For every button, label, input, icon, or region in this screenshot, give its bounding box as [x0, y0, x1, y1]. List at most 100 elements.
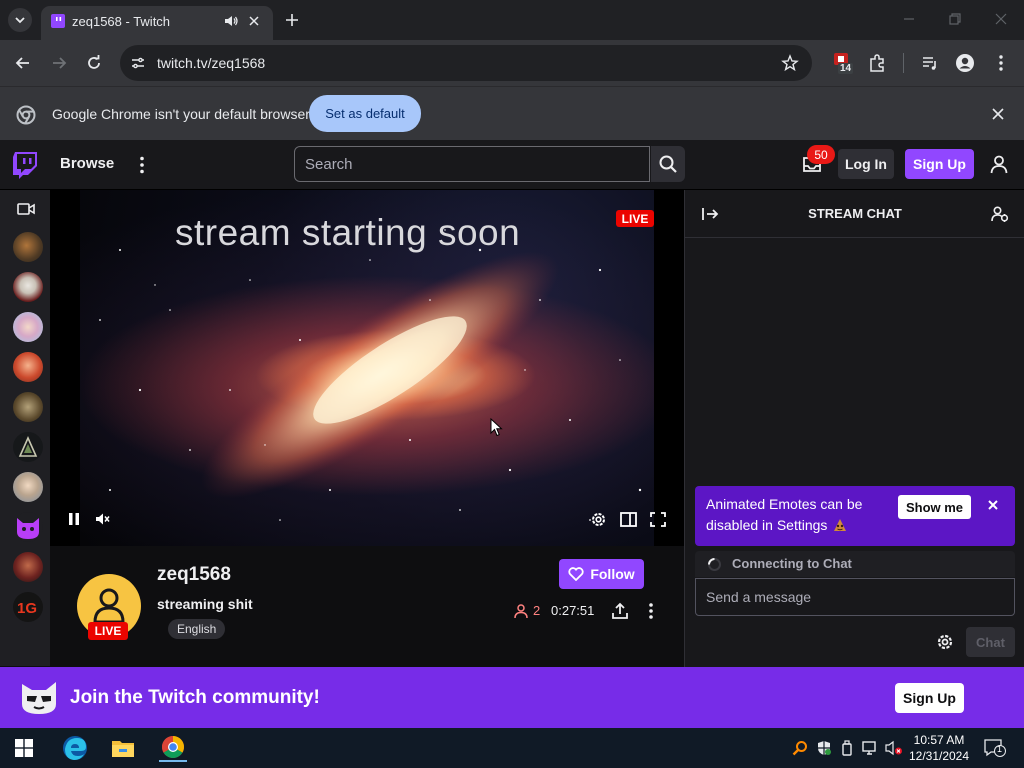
- new-tab-icon[interactable]: [283, 11, 301, 29]
- community-users-icon[interactable]: [991, 205, 1009, 223]
- extension-icon[interactable]: 14: [832, 51, 854, 75]
- channel-avatar[interactable]: [13, 352, 43, 382]
- channel-avatar[interactable]: [13, 552, 43, 582]
- twitch-logo-icon[interactable]: [12, 151, 38, 179]
- bookmark-star-icon[interactable]: [781, 54, 799, 72]
- search-button[interactable]: [651, 146, 685, 182]
- restore-icon[interactable]: [946, 10, 964, 28]
- extensions-puzzle-icon[interactable]: [867, 53, 887, 73]
- viewer-count: 2: [533, 603, 541, 618]
- chat-message-input[interactable]: Send a message: [695, 578, 1015, 616]
- notification-center-icon[interactable]: 1: [984, 739, 1006, 757]
- chevron-down-icon: [15, 17, 25, 24]
- search-input[interactable]: Search: [294, 146, 650, 182]
- browser-toolbar: twitch.tv/zeq1568 14: [0, 40, 1024, 86]
- profile-avatar-icon[interactable]: [955, 53, 975, 73]
- set-as-default-button[interactable]: Set as default: [309, 95, 421, 132]
- more-actions-icon[interactable]: [646, 602, 656, 620]
- more-options-icon[interactable]: [137, 155, 147, 175]
- pause-icon[interactable]: [67, 512, 81, 526]
- log-in-button[interactable]: Log In: [838, 149, 894, 179]
- twitch-favicon-icon: [50, 13, 66, 29]
- mute-icon[interactable]: [95, 512, 111, 526]
- search-tray-icon[interactable]: [792, 740, 808, 756]
- channel-name[interactable]: zeq1568: [157, 564, 231, 586]
- channel-info-panel: LIVE zeq1568 streaming shit English Foll…: [50, 546, 684, 667]
- share-icon[interactable]: [611, 602, 629, 620]
- reload-icon[interactable]: [84, 53, 104, 73]
- emote-icon: [834, 519, 847, 532]
- close-window-icon[interactable]: [992, 10, 1010, 28]
- media-control-icon[interactable]: [920, 53, 940, 73]
- chrome-taskbar-icon[interactable]: [159, 734, 187, 762]
- channel-avatar[interactable]: [13, 392, 43, 422]
- user-menu-icon[interactable]: [989, 154, 1009, 174]
- fullscreen-icon[interactable]: [650, 512, 666, 527]
- system-clock[interactable]: 10:57 AM 12/31/2024: [906, 732, 972, 764]
- usb-device-icon[interactable]: [841, 740, 853, 756]
- chrome-logo-icon: [16, 105, 36, 125]
- channel-avatar[interactable]: 1G: [13, 592, 43, 622]
- avatar-live-badge: LIVE: [88, 622, 128, 640]
- volume-muted-icon[interactable]: [885, 740, 903, 756]
- browser-tab-strip: zeq1568 - Twitch: [0, 0, 1024, 40]
- animated-emotes-notice: Animated Emotes can be disabled in Setti…: [695, 486, 1015, 546]
- chat-title: STREAM CHAT: [808, 206, 902, 221]
- close-infobar-icon[interactable]: [990, 106, 1006, 122]
- notice-text: Animated Emotes can be disabled in Setti…: [706, 494, 886, 536]
- toolbar-divider: [903, 53, 904, 73]
- browser-tab[interactable]: zeq1568 - Twitch: [41, 6, 273, 40]
- tab-search-button[interactable]: [8, 8, 32, 32]
- close-notice-icon[interactable]: [987, 499, 999, 511]
- channel-avatar[interactable]: [13, 512, 43, 542]
- file-explorer-icon[interactable]: [109, 734, 137, 762]
- video-camera-icon[interactable]: [17, 202, 35, 216]
- address-bar[interactable]: twitch.tv/zeq1568: [120, 45, 812, 81]
- chat-header: STREAM CHAT: [685, 190, 1024, 238]
- default-user-icon: [93, 588, 125, 624]
- banner-sign-up-button[interactable]: Sign Up: [895, 683, 964, 713]
- forward-arrow-icon[interactable]: [49, 53, 69, 73]
- browse-link[interactable]: Browse: [60, 155, 114, 172]
- clock-time: 10:57 AM: [913, 733, 965, 747]
- stream-chat-panel: STREAM CHAT Animated Emotes can be disab…: [684, 190, 1024, 667]
- channel-avatar[interactable]: [13, 312, 43, 342]
- follow-label: Follow: [590, 566, 635, 582]
- edge-browser-icon[interactable]: [61, 734, 89, 762]
- join-community-banner: Join the Twitch community! Sign Up: [0, 667, 1024, 728]
- video-frame[interactable]: stream starting soon LIVE: [80, 190, 654, 546]
- back-arrow-icon[interactable]: [13, 53, 33, 73]
- inbox-badge: 50: [807, 145, 835, 164]
- windows-start-icon[interactable]: [10, 734, 38, 762]
- url-text: twitch.tv/zeq1568: [157, 55, 266, 71]
- chat-send-button[interactable]: Chat: [966, 627, 1015, 657]
- extension-badge: 14: [840, 63, 852, 74]
- chat-settings-icon[interactable]: [936, 633, 954, 651]
- chat-input-placeholder: Send a message: [706, 589, 812, 605]
- site-info-icon[interactable]: [130, 55, 146, 71]
- follow-button[interactable]: Follow: [559, 559, 644, 589]
- security-shield-icon[interactable]: [816, 740, 832, 756]
- show-me-button[interactable]: Show me: [898, 495, 971, 519]
- banner-text: Join the Twitch community!: [70, 687, 320, 708]
- channel-avatar[interactable]: [13, 272, 43, 302]
- stream-overlay-text: stream starting soon: [175, 212, 521, 253]
- channel-avatar[interactable]: [13, 472, 43, 502]
- channel-avatar[interactable]: [13, 232, 43, 262]
- twitch-glitch-mascot-icon: [18, 676, 60, 718]
- search-icon: [659, 155, 677, 173]
- language-tag[interactable]: English: [168, 619, 226, 639]
- chrome-menu-icon[interactable]: [993, 53, 1009, 73]
- default-browser-infobar: Google Chrome isn't your default browser…: [0, 86, 1024, 140]
- minimize-icon[interactable]: [900, 10, 918, 28]
- viewers-icon: [514, 603, 530, 619]
- speaker-icon[interactable]: [223, 13, 239, 29]
- close-tab-icon[interactable]: [247, 14, 261, 28]
- network-icon[interactable]: [862, 740, 880, 756]
- theatre-mode-icon[interactable]: [620, 512, 637, 527]
- settings-gear-icon[interactable]: [590, 511, 607, 528]
- sign-up-button[interactable]: Sign Up: [905, 149, 974, 179]
- video-player[interactable]: stream starting soon LIVE: [50, 190, 684, 546]
- channel-avatar[interactable]: [13, 432, 43, 462]
- clock-date: 12/31/2024: [908, 749, 970, 763]
